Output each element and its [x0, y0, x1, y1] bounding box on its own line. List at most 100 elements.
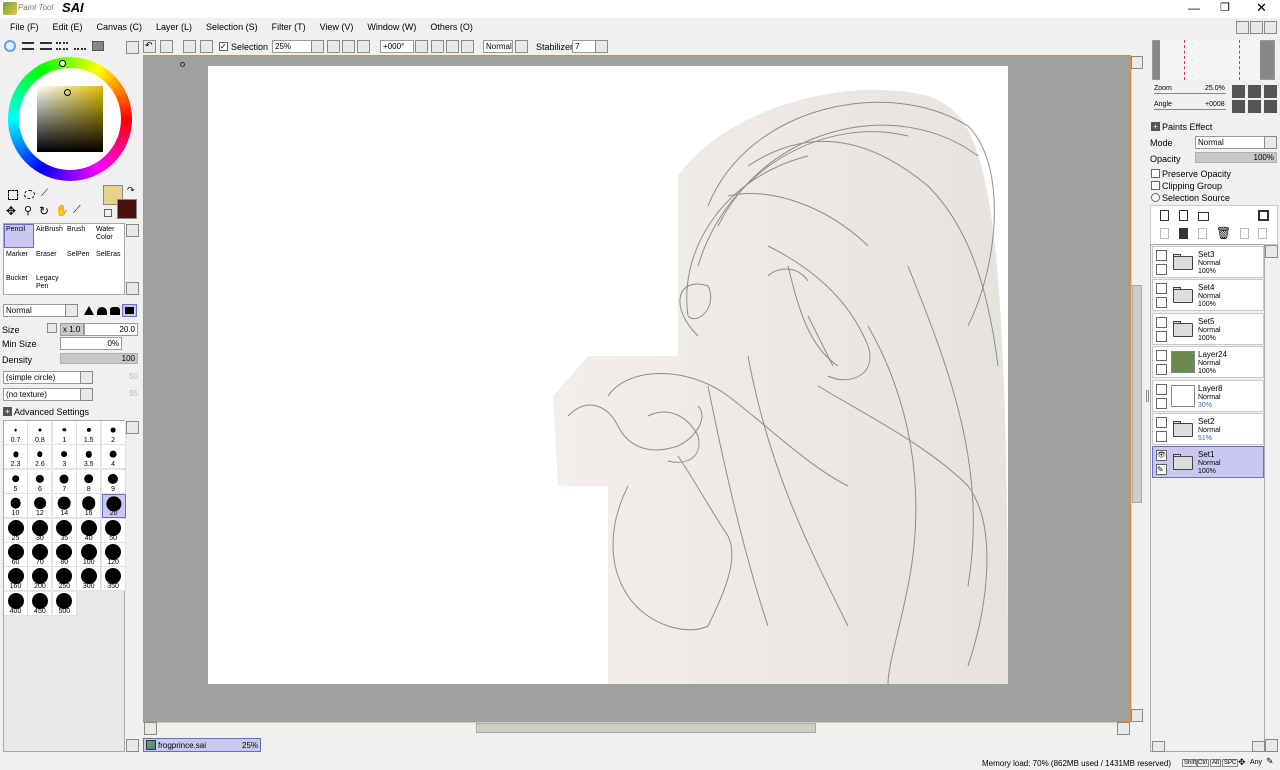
rotate-ccw-button[interactable]	[431, 40, 444, 53]
menu-canvas[interactable]: Canvas (C)	[97, 22, 143, 32]
paints-effect-expand-icon[interactable]: +	[1151, 122, 1160, 131]
expand-plus-icon[interactable]: +	[3, 407, 12, 416]
magic-wand-icon[interactable]: ⟋	[41, 188, 48, 199]
delete-layer-icon[interactable]: 🗑	[1216, 226, 1231, 240]
lock-toggle[interactable]	[1156, 397, 1167, 409]
brush-size-cell[interactable]: 120	[101, 543, 126, 567]
selection-source-checkbox[interactable]	[1151, 193, 1160, 202]
brush-size-cell[interactable]: 1	[52, 421, 77, 445]
brush-texture-dropdown[interactable]	[80, 388, 93, 401]
hscroll-thumb[interactable]	[476, 723, 816, 733]
brush-size-cell[interactable]: 80	[52, 543, 77, 567]
layer-opacity-slider[interactable]: 100%	[1195, 152, 1277, 163]
density-slider[interactable]: 100	[60, 353, 138, 364]
nav-zoom-fit-button[interactable]	[1264, 85, 1277, 98]
clipping-group-checkbox[interactable]	[1151, 181, 1160, 190]
lock-toggle[interactable]	[1156, 431, 1167, 442]
brush-size-cell[interactable]: 160	[4, 567, 28, 592]
tool-brush-label[interactable]: Brush	[67, 226, 85, 234]
angle-select[interactable]: +000°	[380, 40, 414, 53]
brush-size-cell[interactable]: 9	[101, 469, 126, 494]
rotate-reset-button[interactable]	[461, 40, 474, 53]
mdi-restore-button[interactable]	[1250, 21, 1263, 34]
nav-zoom-out-button[interactable]	[1232, 85, 1245, 98]
new-linework-layer-icon[interactable]	[1179, 210, 1188, 221]
hscroll-right-button[interactable]	[1117, 722, 1130, 735]
new-folder-icon[interactable]	[1198, 212, 1209, 221]
brush-size-cell[interactable]: 2.3	[4, 445, 28, 470]
redo-button[interactable]	[160, 40, 173, 53]
layer-mask-icon[interactable]	[1258, 210, 1269, 221]
swatches-tab-icon[interactable]	[56, 42, 68, 50]
layer-hscroll-left[interactable]	[1152, 741, 1165, 752]
menu-selection[interactable]: Selection (S)	[206, 22, 258, 32]
layer-item[interactable]: 👁 ✎ Set1 Normal 100%	[1152, 446, 1264, 479]
tool-airbrush-label[interactable]: AirBrush	[36, 226, 63, 234]
lock-toggle[interactable]	[1156, 364, 1167, 376]
brush-size-cell[interactable]: 0.8	[28, 421, 53, 445]
nav-rotate-reset-button[interactable]	[1264, 100, 1277, 113]
menu-others[interactable]: Others (O)	[430, 22, 473, 32]
paints-effect-label[interactable]: Paints Effect	[1162, 122, 1212, 132]
hue-marker[interactable]	[59, 60, 66, 67]
tool-selpen-label[interactable]: SelPen	[67, 251, 90, 259]
brush-size-cell[interactable]: 70	[28, 543, 53, 567]
merge-down-icon[interactable]	[1179, 228, 1188, 239]
tool-marker-label[interactable]: Marker	[6, 251, 28, 259]
brush-size-cell[interactable]: 6	[28, 469, 53, 494]
nav-zoom-value[interactable]: 25.0%	[1205, 85, 1225, 92]
tool-eraser-label[interactable]: Eraser	[36, 251, 57, 259]
brush-size-cell[interactable]: 3	[52, 445, 77, 470]
nav-angle-value[interactable]: +0008	[1205, 101, 1225, 108]
brush-size-cell[interactable]: 400	[4, 591, 28, 616]
sv-marker[interactable]	[64, 89, 71, 96]
brush-size-cell[interactable]: 1.5	[77, 421, 102, 445]
brush-size-cell[interactable]: 500	[52, 591, 77, 616]
preserve-opacity-checkbox[interactable]	[1151, 169, 1160, 178]
deselect-button[interactable]	[183, 40, 196, 53]
minimize-window-button[interactable]: —	[1188, 1, 1200, 15]
navigator-viewport-frame[interactable]	[1184, 40, 1240, 80]
brush-size-cell[interactable]: 0.7	[4, 421, 28, 445]
zoom-out-button[interactable]	[327, 40, 340, 53]
menu-view[interactable]: View (V)	[320, 22, 354, 32]
vscroll-down-button[interactable]	[1131, 709, 1143, 722]
rgb-slider-tab-icon[interactable]	[22, 42, 34, 50]
menu-file[interactable]: File (F)	[10, 22, 39, 32]
flatten-icon[interactable]	[1258, 228, 1267, 239]
move-icon[interactable]: ✥	[6, 204, 16, 218]
advanced-settings-label[interactable]: Advanced Settings	[14, 407, 89, 417]
visibility-toggle[interactable]	[1156, 350, 1167, 362]
brush-size-cell[interactable]: 7	[52, 469, 77, 494]
rect-select-icon[interactable]	[8, 190, 18, 200]
brush-size-cell[interactable]: 12	[28, 494, 53, 519]
brush-size-cell[interactable]: 10	[4, 494, 28, 519]
layer-item[interactable]: Set4 Normal 100%	[1152, 279, 1264, 312]
transfer-down-icon[interactable]	[1160, 228, 1169, 239]
tool-legacypen-label[interactable]: Legacy Pen	[36, 275, 59, 291]
secondary-color-swatch[interactable]	[117, 199, 137, 219]
vscroll-thumb[interactable]	[1132, 285, 1142, 503]
lock-toggle[interactable]	[1156, 264, 1167, 275]
color-picker-tab-icon[interactable]	[92, 41, 104, 51]
new-layer-icon[interactable]	[1160, 210, 1169, 221]
angle-dropdown[interactable]	[415, 40, 428, 53]
brush-mode-dropdown[interactable]	[65, 304, 78, 317]
undo-button[interactable]: ↶	[143, 40, 156, 53]
left-panel-menu-button[interactable]	[126, 41, 139, 54]
mdi-close-button[interactable]	[1264, 21, 1277, 34]
clear-layer-icon[interactable]	[1198, 228, 1207, 239]
brush-size-cell[interactable]: 200	[28, 567, 53, 592]
brush-size-cell[interactable]: 100	[77, 543, 102, 567]
layer-hscroll-right[interactable]	[1252, 741, 1265, 752]
color-wheel-tab-icon[interactable]	[4, 40, 16, 52]
visibility-toggle[interactable]	[1156, 316, 1167, 328]
size-mult-button[interactable]	[47, 323, 57, 333]
brush-shape-value[interactable]: 50	[96, 372, 138, 381]
zoom-icon[interactable]: ⚲	[24, 204, 32, 217]
hsv-slider-tab-icon[interactable]	[40, 42, 52, 50]
lock-toggle[interactable]	[1156, 330, 1167, 342]
vscroll-up-button[interactable]	[1131, 56, 1143, 69]
brush-edge-medium-icon[interactable]	[97, 307, 107, 315]
brush-texture-value[interactable]: 95	[96, 389, 138, 398]
